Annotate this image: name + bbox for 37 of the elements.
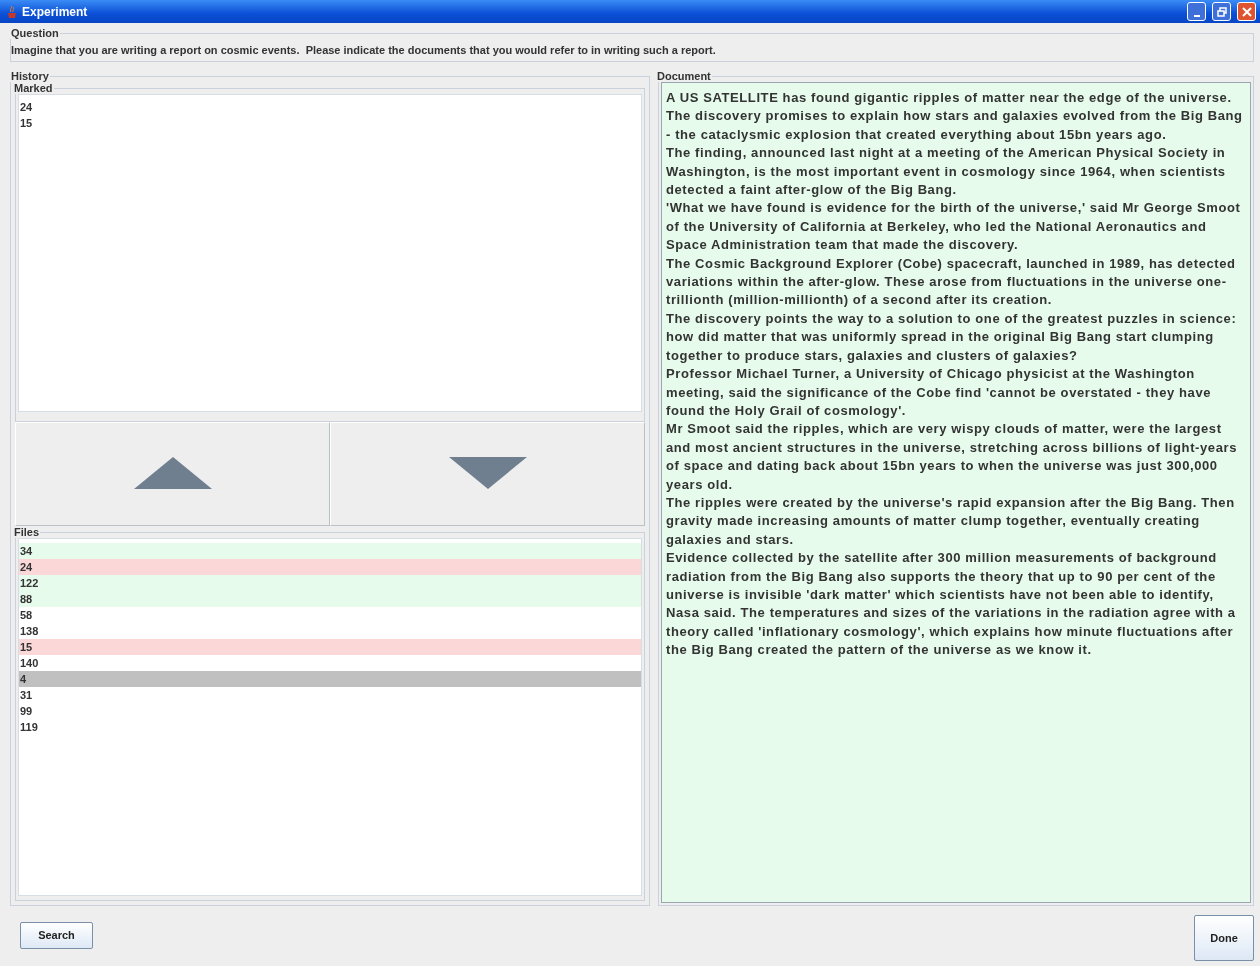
group-title: History	[10, 70, 50, 82]
list-item[interactable]: 24	[19, 559, 641, 575]
list-item[interactable]: 24	[19, 99, 641, 115]
document-paragraph: The Cosmic Background Explorer (Cobe) spacecraft, launched in 1989, has detected variations within the after-glow. These arose from fluctuations in the universe one-trillionth (million-millionth) of a second after its creation.	[666, 254, 1237, 310]
question-text: Imagine that you are writing a report on cosmic events. Please indicate the documents that you would refer to in writing such a report.	[11, 43, 717, 57]
document-paragraph: The discovery points the way to a solution to one of the greatest puzzles in science: how did matter that was uniformly spread in the original Big Bang start clumping together to produce stars, galaxies and clusters of galaxies?	[666, 309, 1238, 365]
group-title: Document	[656, 70, 712, 82]
document-paragraph: The finding, announced last night at a meeting of the American Physical Society in Washington, is the most important event in cosmology since 1964, when scientists detected a faint after-glow of the Big Bang.	[666, 144, 1227, 200]
document-paragraph: A US SATELLITE has found gigantic ripples of matter near the edge of the universe. The discovery promises to explain how stars and galaxies evolved from the Big Bang - the cataclysmic explosion that created everything about 15bn years ago.	[666, 89, 1244, 144]
close-icon	[1241, 6, 1252, 17]
document-paragraph: 'What we have found is evidence for the birth of the universe,' said Mr George Smoot of the University of California at Berkeley, who led the National Aeronautics and Space Administration team that made the discovery.	[666, 199, 1242, 255]
list-item[interactable]: 34	[19, 543, 641, 559]
document-paragraph: Mr Smoot said the ripples, which are very wispy clouds of matter, were the largest and most ancient structures in the universe, stretching across billions of light-years of space and dating back about 15bn years to when the universe was just 300,000 years old.	[666, 420, 1238, 494]
list-item[interactable]: 15	[19, 115, 641, 131]
window-title: Experiment	[22, 4, 88, 19]
group-title: Files	[13, 526, 41, 538]
up-arrow-icon	[133, 457, 212, 489]
list-item[interactable]: 122	[19, 575, 641, 591]
document-paragraph: Professor Michael Turner, a University of Chicago physicist at the Washington meeting, said the significance of the Cobe find 'cannot be overstated - they have found the Holy Grail of cosmology'.	[666, 365, 1213, 420]
group-title: Marked	[13, 82, 54, 94]
done-button[interactable]: Done	[1194, 915, 1254, 961]
search-button[interactable]: Search	[20, 921, 93, 949]
move-up-button[interactable]	[15, 422, 330, 526]
group-title: Question	[10, 27, 60, 39]
list-item[interactable]: 88	[19, 591, 641, 607]
list-item[interactable]: 15	[19, 639, 641, 655]
document-paragraph: The ripples were created by the universe's rapid expansion after the Big Bang. Then gravity made increasing amounts of matter clump together, eventually creating galaxies and stars.	[666, 493, 1236, 549]
cup-icon	[6, 4, 18, 19]
minimize-icon	[1193, 14, 1200, 17]
down-arrow-icon	[448, 457, 527, 489]
document-paragraph: Evidence collected by the satellite after 300 million measurements of background radiation from the Big Bang also supports the theory that up to 90 per cent of the universe is invisible 'dark matter' which scientists have not been able to identify, Nasa said. The temperatures and sizes of the variations in the radiation agree with a theory called 'inflationary cosmology', which explains how minute fluctuations after the Big Bang created the pattern of the universe as we know it.	[666, 549, 1237, 660]
restore-icon	[1216, 6, 1227, 17]
close-button[interactable]	[1237, 2, 1256, 21]
minimize-button[interactable]	[1187, 2, 1206, 21]
move-down-button[interactable]	[330, 422, 645, 526]
restore-button[interactable]	[1212, 2, 1231, 21]
list-item[interactable]: 4	[19, 671, 641, 687]
